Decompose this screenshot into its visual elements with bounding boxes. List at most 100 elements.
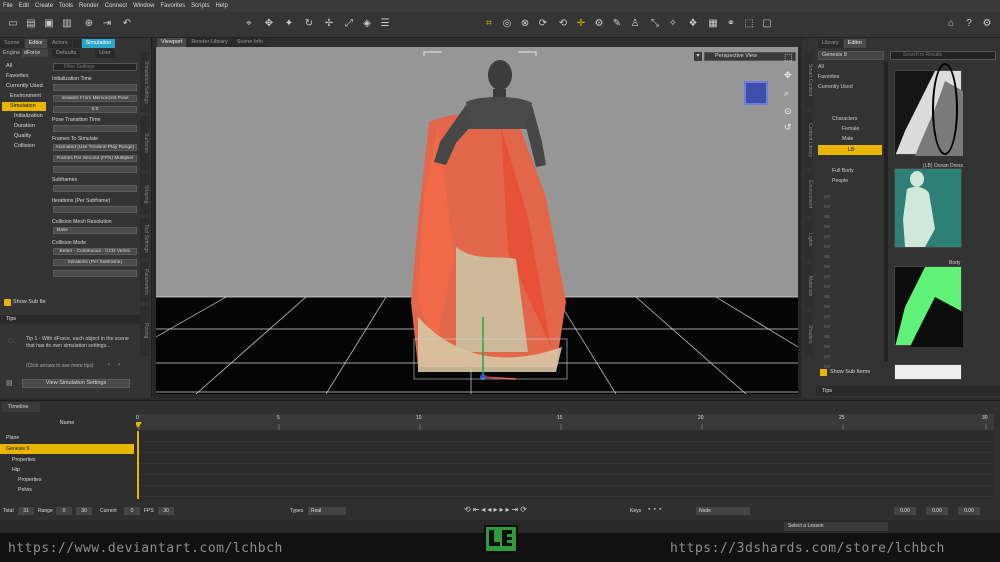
- collision-mesh-select[interactable]: Base: [53, 227, 137, 234]
- tree-male[interactable]: Male: [842, 134, 853, 144]
- tab-simulation[interactable]: Simulation: [81, 39, 116, 48]
- merge-icon[interactable]: ⊕: [82, 17, 96, 31]
- key-buttons[interactable]: ▪▪▪: [648, 506, 664, 513]
- range-start-field[interactable]: 0: [56, 507, 72, 515]
- link-icon[interactable]: ⚭: [724, 17, 738, 31]
- timeline-row-plane[interactable]: Plane: [0, 433, 134, 443]
- 3d-viewport[interactable]: Perspective View ▾: [156, 47, 798, 394]
- filter-settings-input[interactable]: Filter Settings: [53, 63, 137, 71]
- types-select[interactable]: Real: [308, 507, 346, 515]
- window-icon[interactable]: ▢: [760, 17, 774, 31]
- surface-tool-icon[interactable]: ◈: [360, 17, 374, 31]
- timeline-tab[interactable]: Timeline: [2, 402, 40, 412]
- save-as-icon[interactable]: ▥: [60, 17, 74, 31]
- scale-icon[interactable]: ⤡: [648, 17, 662, 31]
- category-currently-used[interactable]: Currently Used: [2, 82, 46, 91]
- initialization-time-slider[interactable]: [53, 84, 137, 91]
- view-cube-icon[interactable]: [744, 81, 768, 105]
- tab-editor[interactable]: Editor: [24, 39, 47, 48]
- tab-defaults[interactable]: Defaults: [52, 49, 81, 58]
- tab-scene-info[interactable]: Scene Info: [232, 38, 267, 47]
- fps-field[interactable]: 30: [158, 507, 174, 515]
- render-icon[interactable]: ▦: [706, 17, 720, 31]
- initialize-from-pose-select[interactable]: Initialize From Memorized Pose: [53, 95, 137, 102]
- category-environment[interactable]: Environment: [2, 92, 46, 101]
- right-category-all[interactable]: All: [818, 62, 824, 72]
- menu-file[interactable]: File: [3, 3, 13, 9]
- menu-tools[interactable]: Tools: [59, 3, 73, 9]
- list-tool-icon[interactable]: ☰: [378, 17, 392, 31]
- lesson-select[interactable]: Select a Lesson: [784, 522, 888, 531]
- fps-multiplier-field[interactable]: Frames Per Second (FPS) Multiplier: [53, 155, 137, 162]
- import-icon[interactable]: ⇥: [100, 17, 114, 31]
- figure-dropdown[interactable]: Genesis 9: [818, 51, 884, 60]
- scene-gear-icon[interactable]: ⚙: [592, 17, 606, 31]
- tree-full-body[interactable]: Full Body: [832, 166, 854, 176]
- iterations-slider[interactable]: [53, 206, 137, 213]
- menu-create[interactable]: Create: [35, 3, 53, 9]
- viewport-options-icon[interactable]: ▾: [694, 52, 702, 61]
- playback-controls[interactable]: ⟲⇤◂◂▸▸▸⇥⟳: [464, 505, 529, 514]
- vtab-surfaces[interactable]: Surfaces: [140, 116, 149, 170]
- menu-help[interactable]: Help: [215, 3, 227, 9]
- region-icon[interactable]: ✧: [666, 17, 680, 31]
- keys-mode-select[interactable]: Node: [696, 507, 750, 515]
- thumb-white-material[interactable]: [894, 364, 962, 380]
- value-field-2[interactable]: 0.00: [926, 507, 948, 515]
- home-icon[interactable]: ⌂: [944, 17, 958, 31]
- start-time-field[interactable]: 0.0: [53, 106, 137, 113]
- zoom-icon[interactable]: ⌕: [784, 88, 789, 99]
- collision-mode-select[interactable]: Better - Continuous - CCD Vertex: [53, 248, 137, 255]
- tips-prev-icon[interactable]: ‹: [108, 362, 110, 368]
- figure-icon[interactable]: ♙: [628, 17, 642, 31]
- tab-actors[interactable]: Actors: [47, 39, 72, 48]
- vtab-lights[interactable]: Lights: [804, 220, 813, 260]
- vtab-parameters[interactable]: Parameters: [140, 262, 149, 302]
- pose-transition-slider[interactable]: [53, 125, 137, 132]
- translate-tool-icon[interactable]: ✢: [322, 17, 336, 31]
- tab-viewport[interactable]: Viewport: [157, 38, 187, 47]
- node-selection-icon[interactable]: ⌗: [482, 17, 496, 31]
- vtab-environment[interactable]: Environment: [804, 172, 813, 216]
- tab-user[interactable]: User: [95, 49, 115, 58]
- show-sub-items-checkbox[interactable]: [4, 299, 11, 306]
- vtab-content-library[interactable]: Content Library: [804, 112, 813, 168]
- view-simulation-settings-button[interactable]: View Simulation Settings: [22, 379, 130, 388]
- timeline-ruler[interactable]: 0 5 10 15 20 25 30: [136, 414, 994, 430]
- tab-scene[interactable]: Scene: [0, 39, 24, 48]
- right-show-sub-items-checkbox[interactable]: [820, 369, 827, 376]
- undo-icon[interactable]: ↶: [120, 17, 134, 31]
- timeline-row-genesis9[interactable]: Genesis 9: [0, 444, 134, 454]
- category-duration[interactable]: Duration: [2, 122, 46, 131]
- pose-icon[interactable]: ✎: [610, 17, 624, 31]
- vtab-shaders[interactable]: Shaders: [804, 312, 813, 356]
- active-pose-icon[interactable]: ✦: [282, 17, 296, 31]
- vtab-simulation-settings[interactable]: Simulation Settings: [140, 52, 149, 112]
- thumb-green-material[interactable]: [894, 266, 963, 347]
- timeline-row-properties[interactable]: Properties: [0, 455, 134, 465]
- tree-people[interactable]: People: [832, 176, 848, 186]
- timeline-playhead[interactable]: [137, 431, 139, 499]
- move-icon[interactable]: ✛: [574, 17, 588, 31]
- right-tips-header[interactable]: Tips: [816, 386, 1000, 396]
- frames-to-simulate-select[interactable]: Animated (Use Timeline Play Range): [53, 144, 137, 151]
- vtab-shaping[interactable]: Shaping: [140, 174, 149, 214]
- category-simulation[interactable]: Simulation: [2, 102, 46, 111]
- save-icon[interactable]: ▣: [42, 17, 56, 31]
- tree-lb[interactable]: LB: [818, 145, 882, 155]
- timeline-row-hip[interactable]: Hip: [0, 465, 134, 475]
- tab-render-library[interactable]: Render Library: [187, 38, 232, 47]
- tree-characters[interactable]: Characters: [832, 114, 857, 124]
- subframes-slider[interactable]: [53, 185, 137, 192]
- settings-icon[interactable]: ⚙: [980, 17, 994, 31]
- scale-tool-icon[interactable]: ⤢: [342, 17, 356, 31]
- menu-scripts[interactable]: Scripts: [191, 3, 209, 9]
- tab-library[interactable]: Library: [818, 39, 843, 48]
- surface-icon[interactable]: ❖: [686, 17, 700, 31]
- open-file-icon[interactable]: ▤: [24, 17, 38, 31]
- help-icon[interactable]: ?: [962, 17, 976, 31]
- timeline-row-pelvis[interactable]: Pelvis: [0, 485, 134, 495]
- spin-icon[interactable]: ⟳: [536, 17, 550, 31]
- pan-icon[interactable]: ✥: [784, 70, 792, 81]
- orbit-icon[interactable]: ⊙: [784, 106, 792, 117]
